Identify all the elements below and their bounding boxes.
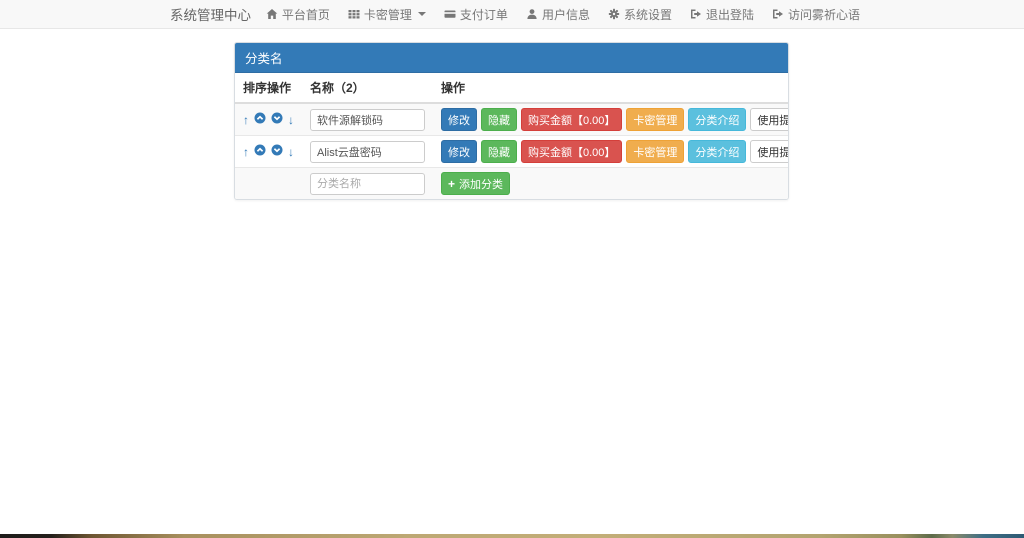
- category-intro-button[interactable]: 分类介绍: [688, 108, 746, 131]
- nav-item-pay-orders[interactable]: 支付订单: [435, 6, 517, 23]
- chevron-circle-up-icon[interactable]: [254, 112, 266, 127]
- usage-tip-button[interactable]: 使用提示: [750, 108, 789, 131]
- nav-item-label: 用户信息: [542, 6, 590, 23]
- nav-item-label: 支付订单: [460, 6, 508, 23]
- category-name-input[interactable]: [310, 141, 425, 163]
- column-header-name: 名称（2）: [302, 73, 433, 103]
- nav-item-visit-site[interactable]: 访问雾祈心语: [763, 6, 869, 23]
- grid-icon: [348, 8, 360, 20]
- add-category-button[interactable]: + 添加分类: [441, 172, 510, 195]
- card-manage-button[interactable]: 卡密管理: [626, 140, 684, 163]
- nav-item-label: 退出登陆: [706, 6, 754, 23]
- table-row: ↑ ↓ 修改: [235, 136, 789, 168]
- navbar: 系统管理中心 平台首页 卡密管理 支付订单 用户信息: [0, 0, 1024, 29]
- home-icon: [266, 8, 278, 20]
- nav-item-label: 系统设置: [624, 6, 672, 23]
- signout-icon: [690, 8, 702, 20]
- table-header-row: 排序操作 名称（2） 操作: [235, 73, 789, 103]
- bottom-wallpaper-strip: [0, 534, 1024, 538]
- navbar-title: 系统管理中心: [170, 4, 251, 24]
- panel-title: 分类名: [235, 43, 788, 73]
- category-panel: 分类名 排序操作 名称（2） 操作 ↑: [234, 42, 789, 200]
- usage-tip-button[interactable]: 使用提示: [750, 140, 789, 163]
- caret-down-icon: [418, 12, 426, 16]
- purchase-amount-button[interactable]: 购买金额【0.00】: [521, 108, 622, 131]
- row-action-buttons: 修改 隐藏 购买金额【0.00】 卡密管理 分类介绍 使用提示 删除: [441, 140, 789, 163]
- sort-controls: ↑ ↓: [243, 144, 294, 159]
- add-category-label: 添加分类: [459, 176, 503, 192]
- nav-item-label: 访问雾祈心语: [788, 6, 860, 23]
- plus-icon: +: [448, 178, 455, 190]
- arrow-down-icon[interactable]: ↓: [288, 114, 294, 126]
- arrow-up-icon[interactable]: ↑: [243, 146, 249, 158]
- nav-item-home[interactable]: 平台首页: [257, 6, 339, 23]
- arrow-down-icon[interactable]: ↓: [288, 146, 294, 158]
- hide-button[interactable]: 隐藏: [481, 108, 517, 131]
- nav-item-logout[interactable]: 退出登陆: [681, 6, 763, 23]
- user-icon: [526, 8, 538, 20]
- edit-button[interactable]: 修改: [441, 140, 477, 163]
- new-category-name-input[interactable]: [310, 173, 425, 195]
- nav-item-user-info[interactable]: 用户信息: [517, 6, 599, 23]
- nav-item-system-settings[interactable]: 系统设置: [599, 6, 681, 23]
- category-table: 排序操作 名称（2） 操作 ↑: [235, 73, 789, 199]
- purchase-amount-button[interactable]: 购买金额【0.00】: [521, 140, 622, 163]
- nav-item-label: 平台首页: [282, 6, 330, 23]
- category-name-input[interactable]: [310, 109, 425, 131]
- edit-button[interactable]: 修改: [441, 108, 477, 131]
- arrow-up-icon[interactable]: ↑: [243, 114, 249, 126]
- chevron-circle-down-icon[interactable]: [271, 112, 283, 127]
- column-header-sort: 排序操作: [235, 73, 302, 103]
- table-row: ↑ ↓ 修改: [235, 103, 789, 136]
- row-action-buttons: 修改 隐藏 购买金额【0.00】 卡密管理 分类介绍 使用提示 删除: [441, 108, 789, 131]
- category-intro-button[interactable]: 分类介绍: [688, 140, 746, 163]
- card-manage-button[interactable]: 卡密管理: [626, 108, 684, 131]
- nav-item-card-management[interactable]: 卡密管理: [339, 6, 435, 23]
- add-category-row: + 添加分类: [235, 168, 789, 200]
- hide-button[interactable]: 隐藏: [481, 140, 517, 163]
- signout-icon: [772, 8, 784, 20]
- navbar-menu: 平台首页 卡密管理 支付订单 用户信息 系统设置: [257, 6, 869, 23]
- nav-item-label: 卡密管理: [364, 6, 412, 23]
- chevron-circle-down-icon[interactable]: [271, 144, 283, 159]
- column-header-actions: 操作: [433, 73, 789, 103]
- card-icon: [444, 8, 456, 20]
- gear-icon: [608, 8, 620, 20]
- chevron-circle-up-icon[interactable]: [254, 144, 266, 159]
- sort-controls: ↑ ↓: [243, 112, 294, 127]
